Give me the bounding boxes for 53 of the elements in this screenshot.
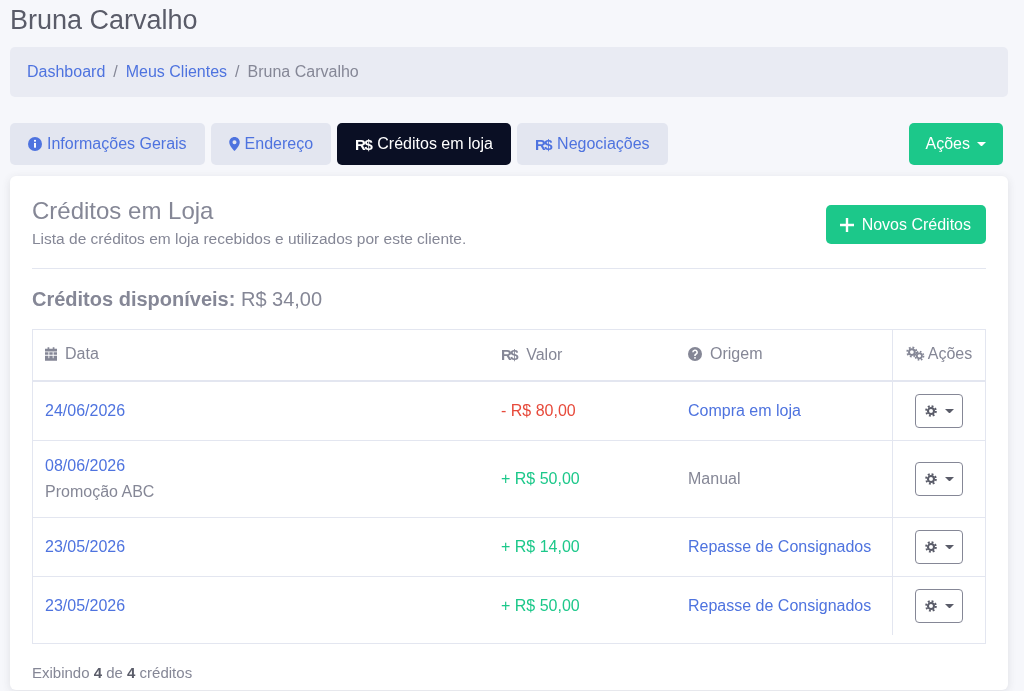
available-credits: Créditos disponíveis: R$ 34,00 bbox=[32, 287, 324, 312]
row-options-button[interactable] bbox=[915, 530, 963, 564]
plus-icon bbox=[839, 217, 854, 232]
breadcrumb-link[interactable]: Dashboard bbox=[27, 63, 106, 81]
breadcrumb-link[interactable]: Meus Clientes bbox=[125, 63, 228, 81]
tab[interactable]: Informações Gerais bbox=[10, 123, 205, 165]
gear-icon bbox=[924, 405, 937, 417]
origin-link[interactable]: Compra em loja bbox=[688, 402, 801, 419]
map-pin-icon bbox=[228, 137, 240, 151]
caret-icon bbox=[977, 141, 986, 147]
gear-icon bbox=[924, 473, 937, 485]
currency-symbol: R$ bbox=[355, 135, 373, 153]
question-icon bbox=[688, 347, 702, 361]
column-header: Origem bbox=[710, 345, 763, 363]
credit-amount: + R$ 50,00 bbox=[501, 597, 580, 614]
column-header: Ações bbox=[927, 344, 973, 363]
page-title: Bruna Carvalho bbox=[10, 4, 198, 37]
gear-icon bbox=[924, 541, 937, 553]
row-options-button[interactable] bbox=[915, 394, 963, 428]
credit-amount: + R$ 14,00 bbox=[501, 538, 580, 555]
origin-link[interactable]: Repasse de Consignados bbox=[688, 538, 872, 555]
results-summary: Exibindo 4 de 4 créditos bbox=[32, 663, 194, 683]
breadcrumb-separator: / bbox=[113, 63, 118, 81]
tab[interactable]: R$ Créditos em loja bbox=[337, 123, 511, 165]
origin-link[interactable]: Repasse de Consignados bbox=[688, 597, 872, 614]
section-subtitle: Lista de créditos em loja recebidos e utilizados por este cliente. bbox=[32, 229, 467, 249]
credit-amount: - R$ 80,00 bbox=[501, 402, 576, 419]
credit-amount: + R$ 50,00 bbox=[501, 470, 580, 487]
gears-icon bbox=[905, 346, 925, 362]
calendar-icon bbox=[45, 347, 57, 361]
currency-symbol: R$ bbox=[501, 346, 519, 364]
caret-icon bbox=[944, 476, 954, 482]
breadcrumb-current: Bruna Carvalho bbox=[247, 63, 359, 81]
row-options-button[interactable] bbox=[915, 462, 963, 496]
section-title: Créditos em Loja bbox=[32, 196, 215, 226]
column-header: Valor bbox=[526, 345, 563, 364]
currency-symbol: R$ bbox=[534, 135, 553, 153]
info-icon bbox=[28, 137, 42, 151]
breadcrumb-separator: / bbox=[235, 63, 240, 81]
column-header: Data bbox=[65, 345, 99, 363]
tab[interactable]: Endereço bbox=[210, 123, 332, 165]
date-link[interactable]: 24/06/2026 bbox=[45, 398, 126, 424]
row-options-button[interactable] bbox=[915, 589, 963, 623]
origin-text: Manual bbox=[688, 470, 741, 487]
gear-icon bbox=[924, 600, 937, 612]
date-link[interactable]: 23/05/2026 bbox=[45, 534, 126, 560]
caret-icon bbox=[944, 544, 954, 550]
credit-note: Promoção ABC bbox=[45, 482, 155, 502]
caret-icon bbox=[944, 603, 954, 609]
caret-icon bbox=[944, 408, 954, 414]
date-link[interactable]: 08/06/2026 bbox=[45, 453, 126, 479]
date-link[interactable]: 23/05/2026 bbox=[45, 593, 126, 619]
tab[interactable]: R$ Negociações bbox=[516, 123, 668, 165]
